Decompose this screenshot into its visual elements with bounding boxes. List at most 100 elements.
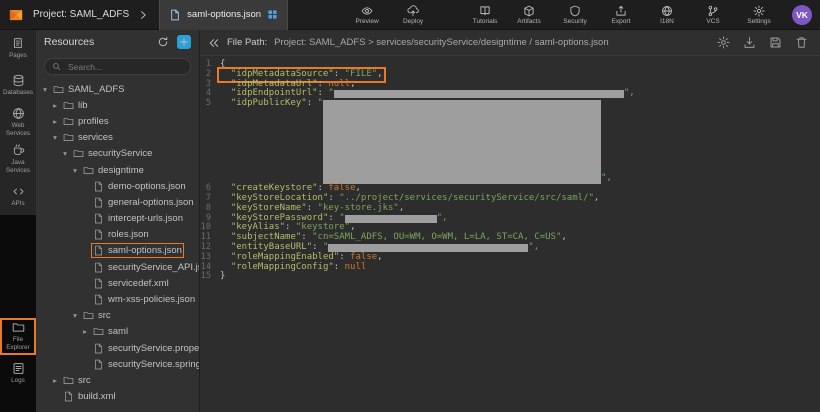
resource-tree: ▾SAML_ADFS▸lib▸profiles▾services▾securit…: [36, 81, 199, 412]
save-icon[interactable]: [769, 36, 782, 49]
add-resource-button[interactable]: [177, 35, 191, 49]
rail-item-file-explorer[interactable]: File Explorer: [0, 318, 36, 355]
folder-icon: [93, 326, 104, 337]
collapse-panel-icon[interactable]: [208, 37, 220, 49]
grid-icon[interactable]: [267, 9, 278, 20]
topbar-export-button[interactable]: Export: [606, 5, 636, 25]
file-icon: [93, 343, 104, 354]
rail-item-apis[interactable]: APIs: [0, 178, 36, 215]
tutorials-label: Tutorials: [473, 18, 498, 25]
rail-item-web-services[interactable]: Web Services: [0, 104, 36, 141]
tree-item-wm-xss-policies-json[interactable]: wm-xss-policies.json: [36, 291, 199, 307]
tree-item-saml-adfs[interactable]: ▾ SAML_ADFS: [36, 81, 199, 97]
code-editor[interactable]: 1{2 "idpMetadataSource": "FILE",3 "idpMe…: [200, 56, 820, 412]
tree-item-label: saml: [108, 326, 128, 337]
chevron-down-icon[interactable]: ▾: [71, 311, 79, 320]
tree-item-servicedef-xml[interactable]: servicedef.xml: [36, 275, 199, 291]
search-input[interactable]: [66, 61, 183, 73]
project-label: Project: SAML_ADFS: [33, 9, 129, 20]
trash-icon[interactable]: [795, 36, 808, 49]
export-icon: [615, 5, 627, 17]
topbar-i18n-button[interactable]: I18N: [652, 5, 682, 25]
chevron-right-icon[interactable]: [137, 9, 149, 21]
selected-file-highlight: saml-options.json: [93, 245, 182, 256]
tree-item-securityservice[interactable]: ▾securityService: [36, 146, 199, 162]
topbar-preview-button[interactable]: Preview: [352, 5, 382, 25]
chevron-down-icon[interactable]: ▾: [61, 149, 69, 158]
topbar-settings-button[interactable]: Settings: [744, 5, 774, 25]
code-line[interactable]: 14 "roleMappingConfig": null: [200, 263, 820, 273]
tree-item-src[interactable]: ▾src: [36, 308, 199, 324]
app-logo-icon[interactable]: [7, 6, 25, 24]
tutorials-icon: [479, 5, 491, 17]
gear-icon[interactable]: [717, 36, 730, 49]
tree-item-label: demo-options.json: [108, 181, 186, 192]
tree-item-roles-json[interactable]: roles.json: [36, 227, 199, 243]
file-path: Project: SAML_ADFS > services/securitySe…: [274, 37, 608, 48]
file-icon: [93, 197, 104, 208]
rail-item-logs[interactable]: Logs: [0, 355, 36, 392]
file-path-label: File Path:: [227, 37, 267, 48]
topbar-vcs-button[interactable]: VCS: [698, 5, 728, 25]
tree-item-saml[interactable]: ▸ saml: [36, 324, 199, 340]
line-number: 5: [200, 99, 220, 109]
tree-item-saml-options-json[interactable]: saml-options.json: [36, 243, 199, 259]
file-icon: [93, 213, 104, 224]
chevron-down-icon[interactable]: ▾: [41, 85, 49, 94]
chevron-right-icon[interactable]: ▸: [51, 376, 59, 385]
topbar-deploy-button[interactable]: Deploy: [398, 5, 428, 25]
tree-item-securityservice-properties[interactable]: securityService.properties: [36, 340, 199, 356]
top-bar: Project: SAML_ADFS saml-options.json Pre…: [0, 0, 820, 30]
settings-icon: [753, 5, 765, 17]
tree-item-securityservice-spring-xml[interactable]: securityService.spring.xml: [36, 356, 199, 372]
app-window: Project: SAML_ADFS saml-options.json Pre…: [0, 0, 820, 412]
plus-icon: [178, 36, 190, 48]
security-icon: [569, 5, 581, 17]
tutorials-button[interactable]: Tutorials: [470, 5, 500, 25]
tree-item-demo-options-json[interactable]: demo-options.json: [36, 178, 199, 194]
tree-item-general-options-json[interactable]: general-options.json: [36, 194, 199, 210]
artifacts-icon: [523, 5, 535, 17]
file-icon: [169, 9, 181, 21]
refresh-icon[interactable]: [157, 36, 169, 48]
file-explorer-icon: [12, 321, 25, 334]
folder-icon: [83, 165, 94, 176]
topbar-security-button[interactable]: Security: [560, 5, 590, 25]
editor-actions: [717, 36, 808, 49]
apis-icon: [12, 185, 25, 198]
topbar-artifacts-button[interactable]: Artifacts: [514, 5, 544, 25]
web-services-icon: [12, 107, 25, 120]
user-avatar[interactable]: VK: [792, 5, 812, 25]
tree-item-intercept-urls-json[interactable]: intercept-urls.json: [36, 211, 199, 227]
tutorials-group: Tutorials: [470, 5, 500, 25]
tree-item-services[interactable]: ▾ services: [36, 130, 199, 146]
code-line[interactable]: 5 "idpPublicKey": "",: [200, 99, 820, 184]
folder-icon: [63, 132, 74, 143]
chevron-right-icon[interactable]: ▸: [51, 101, 59, 110]
tree-item-securityservice-api-json[interactable]: securityService_API.json: [36, 259, 199, 275]
tree-item-src[interactable]: ▸src: [36, 372, 199, 388]
code-lines: 1{2 "idpMetadataSource": "FILE",3 "idpMe…: [200, 60, 820, 282]
rail-item-pages[interactable]: Pages: [0, 30, 36, 67]
tree-item-label: services: [78, 132, 113, 143]
tree-item-profiles[interactable]: ▸profiles: [36, 113, 199, 129]
tree-item-lib[interactable]: ▸lib: [36, 97, 199, 113]
tree-item-designtime[interactable]: ▾designtime: [36, 162, 199, 178]
rail-item-java-services[interactable]: Java Services: [0, 141, 36, 178]
code-line[interactable]: 15}: [200, 272, 820, 282]
download-icon[interactable]: [743, 36, 756, 49]
rail-item-databases[interactable]: Databases: [0, 67, 36, 104]
chevron-down-icon[interactable]: ▾: [51, 133, 59, 142]
tree-item-build-xml[interactable]: build.xml: [36, 389, 199, 405]
folder-icon: [63, 116, 74, 127]
chevron-right-icon[interactable]: ▸: [81, 327, 89, 336]
tree-item-label: saml-options.json: [108, 245, 182, 256]
tree-item-label: intercept-urls.json: [108, 213, 183, 224]
open-file-tab[interactable]: saml-options.json: [159, 0, 288, 30]
tree-item-label: SAML_ADFS: [68, 84, 125, 95]
folder-icon: [63, 375, 74, 386]
redacted-value: [328, 244, 528, 252]
tree-item-label: securityService_API.json: [108, 262, 199, 273]
chevron-down-icon[interactable]: ▾: [71, 166, 79, 175]
chevron-right-icon[interactable]: ▸: [51, 117, 59, 126]
